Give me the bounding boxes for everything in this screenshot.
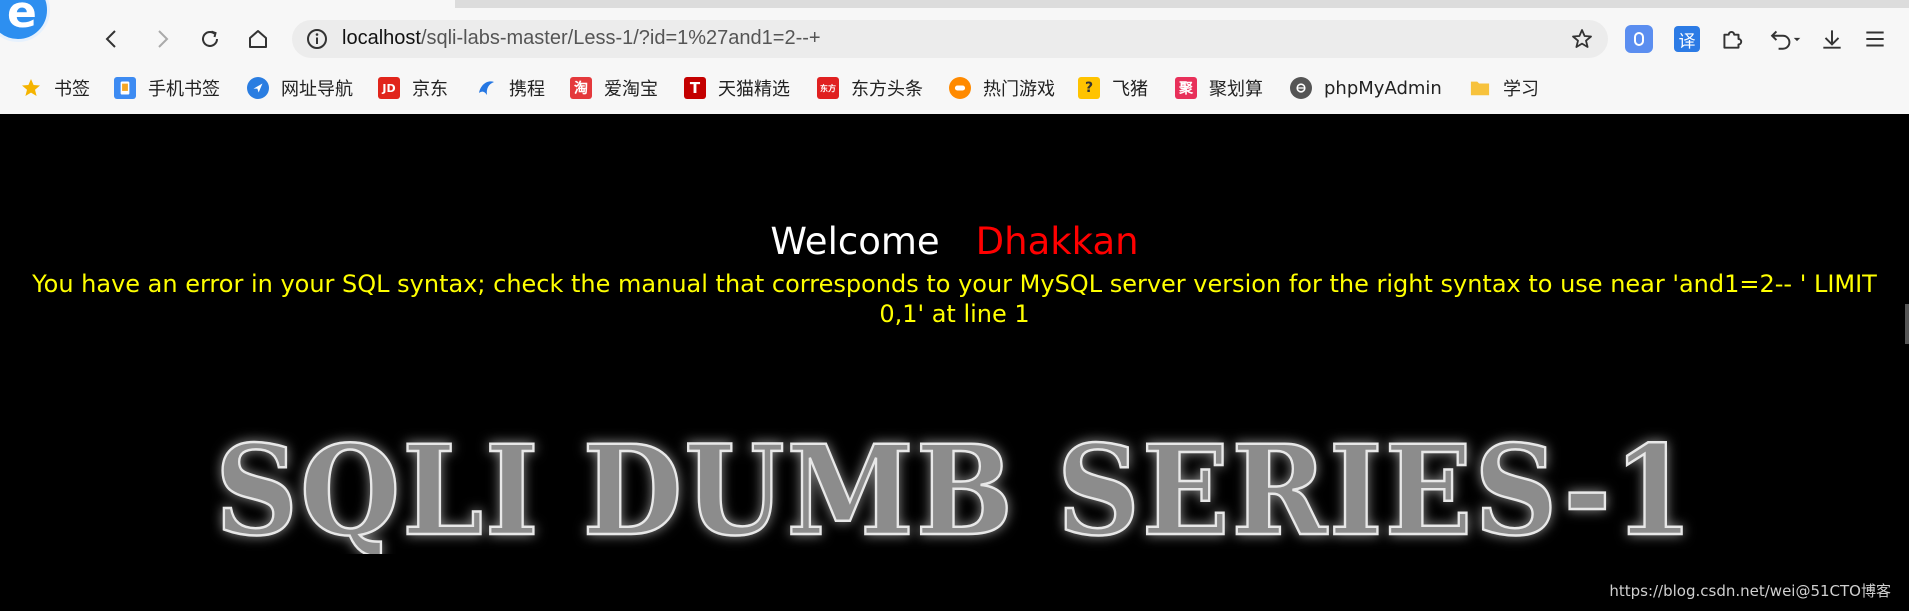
game-icon bbox=[949, 77, 971, 99]
site-info-icon[interactable] bbox=[306, 28, 328, 50]
ctrip-icon bbox=[475, 77, 497, 99]
download-icon bbox=[1823, 30, 1841, 49]
bookmark-label: 东方头条 bbox=[851, 79, 923, 100]
url-path: /sqli-labs-master/Less-1/?id=1%27and1=2-… bbox=[420, 27, 821, 49]
juhuasuan-icon: 聚 bbox=[1175, 77, 1197, 99]
bookmark-item[interactable]: ? 飞猪 bbox=[1078, 74, 1148, 102]
bookmark-item[interactable]: 淘爱淘宝 bbox=[570, 74, 658, 102]
sql-error-message: You have an error in your SQL syntax; ch… bbox=[32, 270, 1877, 328]
jd-icon: JD bbox=[378, 77, 400, 99]
browser-chrome: localhost/sqli-labs-master/Less-1/?id=1%… bbox=[0, 0, 1909, 114]
banner-text: SQLI DUMB SERIES-1 bbox=[215, 422, 1695, 554]
bookmark-label: 网址导航 bbox=[281, 79, 353, 100]
home-button[interactable] bbox=[240, 20, 276, 58]
bookmark-label: 爱淘宝 bbox=[604, 79, 658, 100]
bookmark-item[interactable]: 热门游戏 bbox=[949, 74, 1055, 102]
bookmark-item[interactable]: T 天猫精选 bbox=[684, 74, 790, 102]
back-button[interactable] bbox=[94, 20, 130, 58]
fliggy-icon: ? bbox=[1078, 77, 1100, 99]
taobao-icon: 淘 bbox=[570, 77, 592, 99]
bookmark-item[interactable]: 东方 东方头条 bbox=[817, 74, 923, 102]
puzzle-icon bbox=[1723, 31, 1743, 49]
bookmark-item[interactable]: 网址导航 bbox=[247, 74, 353, 102]
welcome-message: Welcome Dhakkan bbox=[0, 220, 1909, 263]
toutiao-icon: 东方 bbox=[817, 77, 839, 99]
tab-strip bbox=[455, 0, 1909, 8]
url-host: localhost bbox=[342, 27, 421, 49]
chevron-right-icon bbox=[158, 30, 169, 48]
scrollbar-thumb[interactable] bbox=[1905, 304, 1909, 344]
reload-icon bbox=[202, 30, 218, 47]
bookmark-label: 热门游戏 bbox=[983, 79, 1055, 100]
bookmark-item[interactable]: 聚聚划算 bbox=[1175, 74, 1263, 102]
folder-icon bbox=[1469, 77, 1491, 99]
download-button[interactable] bbox=[1818, 25, 1846, 53]
page-content: Welcome Dhakkan You have an error in your… bbox=[0, 114, 1909, 611]
forward-button[interactable] bbox=[144, 20, 180, 58]
reload-button[interactable] bbox=[192, 20, 228, 58]
address-bar[interactable]: localhost/sqli-labs-master/Less-1/?id=1%… bbox=[292, 20, 1608, 58]
bookmark-label: 聚划算 bbox=[1209, 79, 1263, 100]
sqli-dumb-series-banner: SQLI DUMB SERIES-1 bbox=[214, 422, 1695, 554]
bookmark-item[interactable]: 书签 bbox=[20, 74, 90, 102]
bookmark-label: 手机书签 bbox=[148, 79, 220, 100]
hamburger-menu-icon bbox=[1866, 31, 1884, 47]
bookmark-label: 书签 bbox=[54, 79, 90, 100]
phpmyadmin-icon bbox=[1290, 77, 1312, 99]
menu-button[interactable] bbox=[1861, 25, 1889, 53]
phone-icon bbox=[114, 77, 136, 99]
bookmark-label: 学习 bbox=[1503, 79, 1539, 100]
welcome-text: Welcome bbox=[770, 220, 940, 263]
translate-button[interactable]: 译 bbox=[1673, 25, 1701, 53]
extensions-button[interactable] bbox=[1718, 25, 1746, 53]
bookmark-label: phpMyAdmin bbox=[1324, 77, 1442, 99]
home-icon bbox=[249, 30, 267, 48]
translate-icon: 译 bbox=[1674, 26, 1700, 52]
navigation-icon bbox=[247, 77, 269, 99]
chevron-left-icon bbox=[105, 30, 116, 48]
bookmark-item[interactable]: phpMyAdmin bbox=[1290, 74, 1442, 102]
bookmark-item[interactable]: 携程 bbox=[475, 74, 545, 102]
bookmark-label: 飞猪 bbox=[1112, 79, 1148, 100]
username-text: Dhakkan bbox=[975, 220, 1139, 263]
browser-logo-icon[interactable] bbox=[0, 0, 50, 42]
bookmarks-bar: 书签 手机书签 网址导航 JD 京东 携程 淘爱淘宝 T 天猫精选 东方 东方头条 热… bbox=[0, 70, 1909, 106]
bookmark-item[interactable]: 手机书签 bbox=[114, 74, 220, 102]
bookmark-star-icon[interactable] bbox=[1570, 27, 1594, 51]
undo-icon bbox=[1770, 30, 1801, 50]
watermark: https://blog.csdn.net/wei@51CTO博客 bbox=[1609, 582, 1891, 600]
url-text[interactable]: localhost/sqli-labs-master/Less-1/?id=1%… bbox=[342, 27, 821, 50]
star-icon bbox=[20, 77, 42, 99]
undo-button[interactable] bbox=[1764, 25, 1804, 53]
bookmark-item[interactable]: JD 京东 bbox=[378, 74, 448, 102]
tmall-icon: T bbox=[684, 77, 706, 99]
bookmark-label: 京东 bbox=[412, 79, 448, 100]
extension-button[interactable] bbox=[1625, 25, 1653, 53]
extension-icon bbox=[1625, 25, 1653, 53]
bookmark-item[interactable]: 学习 bbox=[1469, 74, 1539, 102]
bookmark-label: 携程 bbox=[509, 79, 545, 100]
bookmark-label: 天猫精选 bbox=[718, 79, 790, 100]
